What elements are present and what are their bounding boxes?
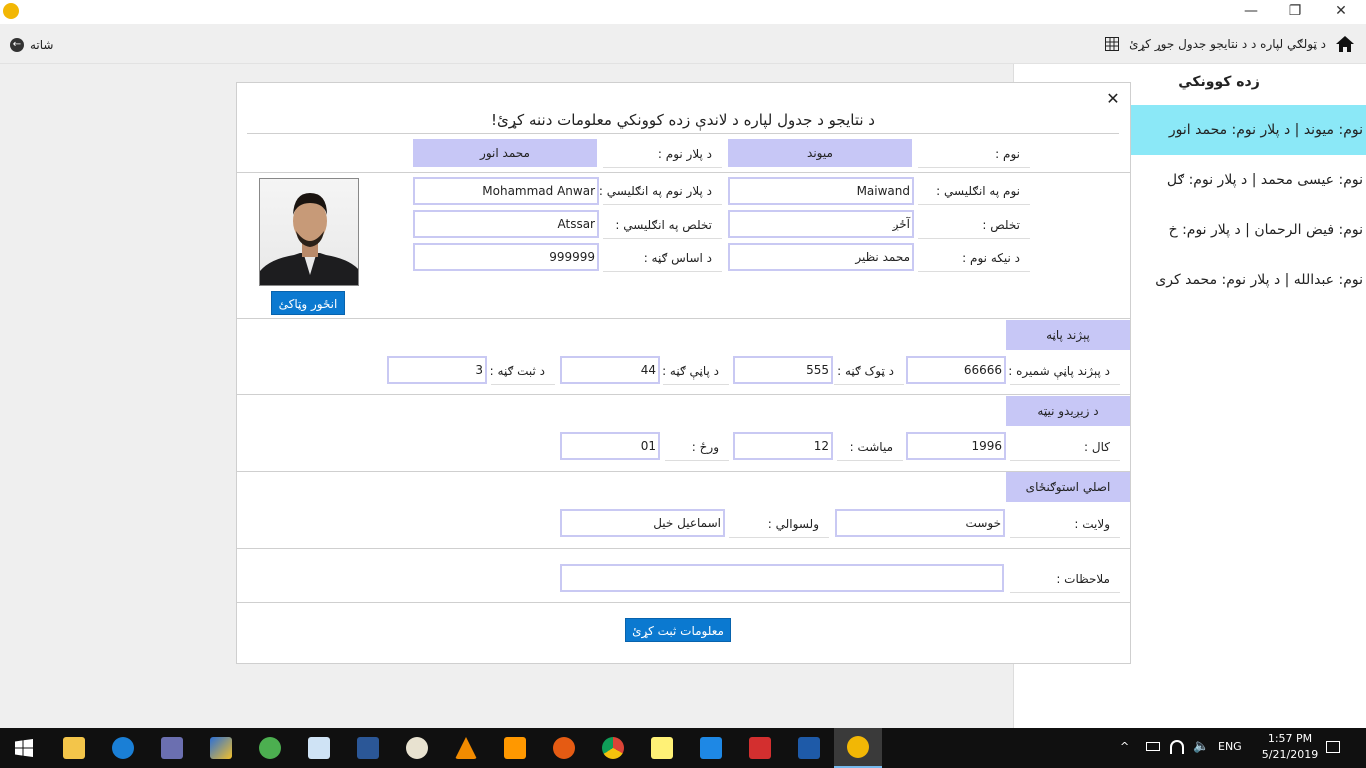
back-arrow-icon: ← bbox=[10, 38, 24, 52]
alias-en-label: تخلص په انګلیسي : bbox=[603, 211, 722, 239]
notes-label: ملاحظات : bbox=[1010, 565, 1120, 593]
select-photo-button[interactable]: انځور وټاکئ bbox=[271, 291, 345, 315]
divider bbox=[237, 394, 1130, 395]
breadcrumb: د ټولګي لپاره د د نتایجو جدول جوړ کړئ bbox=[1105, 34, 1354, 54]
submit-button[interactable]: معلومات ثبت کړئ bbox=[625, 618, 731, 642]
grandfather-field[interactable]: محمد نظیر bbox=[728, 243, 914, 271]
student-photo bbox=[259, 178, 359, 286]
volume-icon[interactable]: 🔈 bbox=[1193, 739, 1209, 754]
close-window-button[interactable]: ✕ bbox=[1318, 0, 1364, 24]
home-icon[interactable] bbox=[1336, 36, 1354, 52]
title-bar: — ❐ ✕ bbox=[0, 0, 1366, 24]
minimize-button[interactable]: — bbox=[1228, 0, 1274, 24]
app-icon[interactable] bbox=[197, 728, 245, 768]
breadcrumb-label: د ټولګي لپاره د د نتایجو جدول جوړ کړئ bbox=[1129, 37, 1326, 51]
notes-field[interactable] bbox=[560, 564, 1004, 592]
divider bbox=[237, 548, 1130, 549]
name-value: میوند bbox=[728, 139, 912, 167]
top-nav: ← شاته د ټولګي لپاره د د نتایجو جدول جوړ… bbox=[0, 24, 1366, 64]
divider bbox=[247, 133, 1119, 134]
dialog-close-button[interactable]: ✕ bbox=[1103, 89, 1123, 109]
volume-label: د ټوک ګڼه : bbox=[834, 357, 904, 385]
edge-icon[interactable] bbox=[99, 728, 147, 768]
base-number-label: د اساس ګڼه : bbox=[603, 244, 722, 272]
page-field[interactable]: 44 bbox=[560, 356, 660, 384]
alias-label: تخلص : bbox=[918, 211, 1030, 239]
start-icon[interactable] bbox=[0, 728, 48, 768]
visual-basic-icon[interactable] bbox=[246, 728, 294, 768]
father-name-label: د پلار نوم : bbox=[603, 140, 722, 168]
year-field[interactable]: 1996 bbox=[906, 432, 1006, 460]
sticky-notes-icon[interactable] bbox=[638, 728, 686, 768]
father-en-field[interactable]: Mohammad Anwar bbox=[413, 177, 599, 205]
tazkira-page-number-field[interactable]: 66666 bbox=[906, 356, 1006, 384]
paint-icon[interactable] bbox=[393, 728, 441, 768]
divider bbox=[237, 471, 1130, 472]
back-button[interactable]: ← شاته bbox=[10, 36, 53, 54]
maximize-button[interactable]: ❐ bbox=[1272, 0, 1318, 24]
province-label: ولایت : bbox=[1010, 510, 1120, 538]
vscode-icon[interactable] bbox=[687, 728, 735, 768]
clock-time: 1:57 PM bbox=[1267, 732, 1313, 745]
registration-label: د ثبت ګڼه : bbox=[490, 357, 555, 385]
province-field[interactable]: خوست bbox=[835, 509, 1005, 537]
birth-section-header: د زیږیدو نیټه bbox=[1006, 396, 1130, 426]
registration-field[interactable]: 3 bbox=[387, 356, 487, 384]
notifications-icon[interactable] bbox=[1326, 741, 1340, 753]
alias-field[interactable]: آځږ bbox=[728, 210, 914, 238]
acrobat-icon[interactable] bbox=[736, 728, 784, 768]
vlc-icon[interactable] bbox=[442, 728, 490, 768]
divider bbox=[237, 172, 1130, 173]
day-label: ورځ : bbox=[665, 433, 729, 461]
dialog-title: د نتایجو د جدول لپاره د لاندې زده کوونکي… bbox=[491, 111, 875, 129]
divider bbox=[237, 318, 1130, 319]
tazkira-section-header: پېژند پاڼه bbox=[1006, 320, 1130, 350]
page-label: د پاڼې ګڼه : bbox=[662, 357, 729, 385]
battery-icon[interactable] bbox=[1146, 742, 1160, 751]
clock[interactable]: 1:57 PM 5/21/2019 bbox=[1250, 731, 1330, 763]
month-field[interactable]: 12 bbox=[733, 432, 833, 460]
table-icon bbox=[1105, 37, 1120, 51]
alias-en-field[interactable]: Atssar bbox=[413, 210, 599, 238]
word-icon[interactable] bbox=[344, 728, 392, 768]
tower-icon[interactable] bbox=[148, 728, 196, 768]
residence-section-header: اصلي استوګنځای bbox=[1006, 472, 1130, 502]
back-label: شاته bbox=[30, 38, 54, 52]
year-label: کال : bbox=[1010, 433, 1120, 461]
divider bbox=[237, 602, 1130, 603]
language-indicator[interactable]: ENG bbox=[1218, 740, 1242, 753]
taskbar: ^ 🔈 ENG 1:57 PM 5/21/2019 bbox=[0, 728, 1366, 768]
wifi-icon[interactable] bbox=[1170, 740, 1184, 754]
day-field[interactable]: 01 bbox=[560, 432, 660, 460]
name-label: نوم : bbox=[918, 140, 1030, 168]
active-app-icon[interactable] bbox=[834, 728, 882, 768]
powershell-icon[interactable] bbox=[785, 728, 833, 768]
district-field[interactable]: اسماعیل خیل bbox=[560, 509, 725, 537]
tazkira-page-number-label: د پېژند پاڼې شمیره : bbox=[1008, 357, 1120, 385]
tray-chevron-icon[interactable]: ^ bbox=[1120, 740, 1129, 753]
base-number-field[interactable]: 999999 bbox=[413, 243, 599, 271]
notepad-icon[interactable] bbox=[295, 728, 343, 768]
student-info-dialog: ✕ د نتایجو د جدول لپاره د لاندې زده کوون… bbox=[236, 82, 1131, 664]
district-label: ولسوالي : bbox=[729, 510, 829, 538]
firefox-icon[interactable] bbox=[540, 728, 588, 768]
month-label: میاشت : bbox=[837, 433, 903, 461]
volume-field[interactable]: 555 bbox=[733, 356, 833, 384]
chrome-icon[interactable] bbox=[589, 728, 637, 768]
sublime-icon[interactable] bbox=[491, 728, 539, 768]
father-name-value: محمد انور bbox=[413, 139, 597, 167]
file-explorer-icon[interactable] bbox=[50, 728, 98, 768]
name-en-label: نوم په انګلیسي : bbox=[918, 177, 1030, 205]
father-en-label: د پلار نوم په انګلیسي : bbox=[599, 177, 722, 205]
grandfather-label: د نیکه نوم : bbox=[918, 244, 1030, 272]
clock-date: 5/21/2019 bbox=[1261, 748, 1319, 761]
name-en-field[interactable]: Maiwand bbox=[728, 177, 914, 205]
app-icon bbox=[3, 3, 19, 19]
